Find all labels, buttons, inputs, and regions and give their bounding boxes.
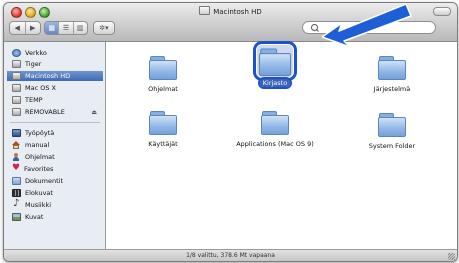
list-view-icon[interactable]: ☰ [59, 22, 74, 34]
sidebar-item-temp[interactable]: TEMP [7, 95, 103, 105]
status-text: 1/8 valittu, 378.6 Mt vapaana [186, 252, 275, 259]
sidebar-item-label: Tiger [25, 60, 42, 68]
folder-icon [377, 54, 407, 80]
folder-icon-wrap [374, 51, 410, 83]
folder-label: Ohjelmat [148, 85, 178, 93]
disk-icon [12, 108, 21, 116]
folder-icon-wrap [253, 41, 297, 81]
sidebar-item-tyopoyta[interactable]: Työpöytä [7, 128, 103, 138]
folder-label: System Folder [368, 142, 416, 150]
status-bar: 1/8 valittu, 378.6 Mt vapaana [4, 249, 457, 261]
desktop-icon [12, 129, 21, 137]
sidebar-item-label: Macintosh HD [25, 72, 71, 80]
forward-arrow-icon[interactable]: ▶ [26, 22, 41, 34]
sidebar-item-label: manual [25, 141, 50, 149]
folder-item-kirjasto[interactable]: Kirjasto [235, 41, 315, 89]
toolbar-toggle-button[interactable] [433, 7, 451, 16]
folder-label: Applications (Mac OS 9) [236, 140, 314, 148]
folder-item-kayttajat[interactable]: Käyttäjät [123, 106, 203, 148]
sidebar-item-manual[interactable]: manual [7, 140, 103, 150]
sidebar-item-tiger[interactable]: Tiger [7, 59, 103, 69]
sidebar-item-removable[interactable]: REMOVABLE ⏏ [7, 107, 103, 117]
sidebar-item-kuvat[interactable]: Kuvat [7, 212, 103, 222]
sidebar-item-macintosh-hd[interactable]: Macintosh HD [7, 71, 103, 81]
sidebar-item-dokumentit[interactable]: Dokumentit [7, 176, 103, 186]
search-icon [311, 24, 318, 31]
folder-item-applications-mac-os-9[interactable]: Applications (Mac OS 9) [235, 106, 315, 148]
disk-icon [12, 84, 21, 92]
sidebar-item-favorites[interactable]: Favorites [7, 163, 103, 174]
folder-icon-wrap [145, 51, 181, 83]
sidebar-item-label: Työpöytä [25, 129, 55, 137]
sidebar-item-label: TEMP [25, 96, 43, 104]
disk-icon [12, 72, 21, 80]
music-icon [12, 198, 21, 209]
folder-label: Kirjasto [257, 77, 293, 89]
folder-item-ohjelmat[interactable]: Ohjelmat [123, 51, 203, 93]
file-browser: Ohjelmat Kirjasto Järjestelmä Käyttäjät … [106, 41, 457, 249]
sidebar-item-verkko[interactable]: Verkko [7, 48, 103, 58]
sidebar-item-musiikki[interactable]: Musiikki [7, 198, 103, 210]
heart-icon [12, 163, 20, 173]
folder-label: Käyttäjät [148, 140, 178, 148]
sidebar: Verkko Tiger Macintosh HD Mac OS X TEMP … [4, 42, 106, 249]
action-menu-button[interactable]: ✲▾ [93, 21, 115, 35]
sidebar-item-ohjelmat[interactable]: Ohjelmat [7, 152, 103, 162]
view-switcher[interactable]: ▦ ☰ ▥ [44, 21, 88, 35]
sidebar-item-label: REMOVABLE [25, 108, 65, 116]
disk-icon [12, 96, 21, 104]
folder-item-system-folder[interactable]: System Folder [352, 108, 432, 150]
folder-icon [260, 109, 290, 135]
folder-icon-wrap [145, 106, 181, 138]
back-arrow-icon[interactable]: ◀ [10, 22, 26, 34]
sidebar-item-label: Ohjelmat [25, 153, 55, 161]
documents-icon [12, 177, 21, 185]
folder-label: Järjestelmä [373, 85, 411, 93]
sidebar-item-label: Kuvat [25, 213, 44, 221]
sidebar-item-label: Favorites [24, 165, 54, 173]
folder-item-jarjestelma[interactable]: Järjestelmä [352, 51, 432, 93]
sidebar-item-label: Mac OS X [25, 84, 56, 92]
back-forward-control[interactable]: ◀ ▶ [9, 21, 41, 35]
icon-view-icon[interactable]: ▦ [45, 22, 60, 34]
arrow-shape [322, 3, 412, 48]
sidebar-divider [10, 122, 100, 123]
sidebar-item-label: Elokuvat [25, 189, 53, 197]
column-view-icon[interactable]: ▥ [74, 22, 87, 34]
movies-icon [12, 189, 21, 197]
folder-icon-wrap [257, 106, 293, 138]
window-title: Macintosh HD [213, 8, 262, 16]
sidebar-item-label: Verkko [25, 49, 47, 57]
disk-icon [12, 60, 21, 68]
folder-icon-wrap [374, 108, 410, 140]
network-icon [12, 49, 21, 57]
folder-icon [377, 111, 407, 137]
pointer-arrow-icon [322, 3, 412, 48]
folder-icon [258, 46, 293, 76]
gear-icon: ✲▾ [99, 24, 109, 32]
sidebar-item-mac-os-x[interactable]: Mac OS X [7, 83, 103, 93]
sidebar-item-label: Dokumentit [25, 177, 64, 185]
applications-icon [12, 153, 21, 161]
sidebar-item-elokuvat[interactable]: Elokuvat [7, 188, 103, 198]
disk-icon [199, 6, 211, 15]
eject-icon[interactable]: ⏏ [91, 109, 97, 116]
folder-icon [148, 54, 178, 80]
home-icon [12, 141, 21, 149]
sidebar-item-label: Musiikki [25, 201, 52, 209]
pictures-icon [12, 213, 21, 221]
folder-icon [148, 109, 178, 135]
resize-handle[interactable] [448, 253, 455, 260]
